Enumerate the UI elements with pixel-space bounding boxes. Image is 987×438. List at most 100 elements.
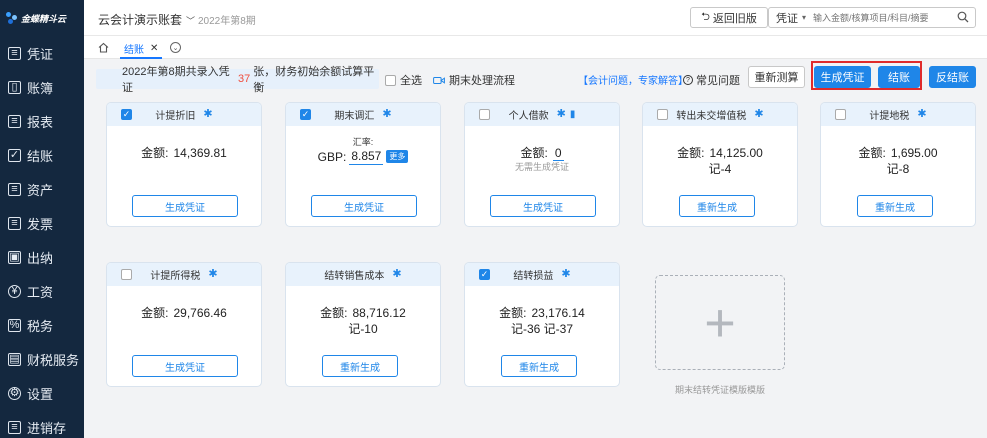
tax-icon: % — [8, 318, 21, 332]
brand-logo[interactable]: 金蝶精斗云 — [0, 0, 84, 36]
sidebar-item-invoice[interactable]: ≡ 发票 — [0, 206, 84, 240]
card-header: ✓ 结转损益 ✱ — [465, 263, 619, 286]
recalculate-button[interactable]: 重新测算 — [748, 66, 805, 88]
voucher-number[interactable]: 记-4 — [643, 161, 797, 177]
sidebar-item-voucher[interactable]: ≡ 凭证 — [0, 36, 84, 70]
gear-icon[interactable]: ✱ — [203, 109, 212, 120]
back-to-old-version-button[interactable]: ⮌ 返回旧版 — [690, 7, 768, 28]
regenerate-button[interactable]: 重新生成 — [857, 195, 933, 217]
sidebar-item-label: 税务 — [27, 318, 54, 334]
info-count: 37 — [237, 73, 251, 85]
sidebar-item-report[interactable]: ≡ 报表 — [0, 104, 84, 138]
checkbox[interactable]: ✓ — [479, 269, 490, 280]
checkbox[interactable] — [657, 109, 668, 120]
sidebar-item-closing[interactable]: ✓ 结账 — [0, 138, 84, 172]
regenerate-button[interactable]: 重新生成 — [679, 195, 755, 217]
generate-voucher-button[interactable]: 生成凭证 — [490, 195, 596, 217]
service-icon: ▤ — [8, 352, 21, 366]
sidebar-item-settings[interactable]: ⚙ 设置 — [0, 376, 84, 410]
task-card-profit-loss: ✓ 结转损益 ✱ 金额: 23,176.14 记-36 记-37 重新生成 — [464, 262, 620, 387]
sidebar-item-salary[interactable]: ¥ 工资 — [0, 274, 84, 308]
card-header: ✓ 期末调汇 ✱ — [286, 103, 440, 126]
plus-icon: + — [704, 292, 736, 353]
card-title: 结转损益 — [513, 271, 554, 282]
expert-answer-link[interactable]: 【会计问题，专家解答】 — [578, 72, 688, 87]
select-all-checkbox[interactable]: 全选 — [385, 72, 422, 88]
voucher-number[interactable]: 记-8 — [821, 161, 975, 177]
tab-bar: 结账 ✕ ⌄ — [84, 36, 987, 59]
task-card-personal-loan: 个人借款 ✱ ▮ 金额: 0 无需生成凭证 生成凭证 — [464, 102, 620, 227]
amount-label: 金额: — [858, 146, 886, 160]
search-input[interactable] — [813, 12, 951, 23]
sidebar-item-ledger[interactable]: ▯ 账簿 — [0, 70, 84, 104]
faq-label: 常见问题 — [696, 75, 740, 87]
gear-icon[interactable]: ✱ — [754, 109, 763, 120]
question-icon: ? — [683, 75, 693, 85]
search-type-select[interactable]: 凭证 ▾ — [769, 10, 813, 26]
task-card-depreciation: ✓ 计提折旧 ✱ 金额: 14,369.81 生成凭证 — [106, 102, 262, 227]
report-icon: ≡ — [8, 114, 21, 128]
closing-icon: ✓ — [8, 148, 21, 162]
sidebar-item-label: 进销存 — [27, 420, 67, 436]
rate-value[interactable]: 8.857 — [349, 148, 384, 165]
voucher-number[interactable]: 记-10 — [286, 321, 440, 337]
search-box: 凭证 ▾ — [768, 7, 976, 28]
checkbox[interactable] — [385, 74, 396, 86]
amount-value: 29,766.46 — [173, 306, 227, 320]
account-selector[interactable]: 云会计演示账套 ﹀ — [98, 11, 195, 28]
card-title: 结转销售成本 — [324, 271, 385, 282]
close-icon[interactable]: ✕ — [150, 43, 158, 54]
generate-voucher-button[interactable]: 生成凭证 — [132, 195, 238, 217]
gear-icon[interactable]: ✱ — [557, 109, 566, 120]
generate-voucher-button[interactable]: 生成凭证 — [132, 355, 238, 377]
sidebar-item-inventory[interactable]: ≡ 进销存 — [0, 410, 84, 438]
trash-icon[interactable]: ▮ — [570, 109, 576, 120]
sidebar-item-label: 财税服务 — [27, 352, 80, 368]
gear-icon[interactable]: ✱ — [917, 109, 926, 120]
gear-icon[interactable]: ✱ — [208, 269, 217, 280]
chevron-down-icon: ﹀ — [186, 16, 196, 26]
info-suffix: 张，财务初始余额试算平衡 — [253, 66, 375, 94]
add-template-caption: 期末结转凭证模版模版 — [674, 385, 765, 395]
regenerate-button[interactable]: 重新生成 — [501, 355, 577, 377]
search-icon[interactable] — [957, 11, 969, 23]
inventory-icon: ≡ — [8, 420, 21, 434]
regenerate-button[interactable]: 重新生成 — [322, 355, 398, 377]
sidebar-item-tax[interactable]: % 税务 — [0, 308, 84, 342]
checkbox[interactable] — [835, 109, 846, 120]
voucher-info-banner: 2022年第8期共录入凭证 37 张，财务初始余额试算平衡 — [96, 66, 379, 94]
reverse-close-button[interactable]: 反结账 — [929, 66, 976, 88]
sidebar-item-asset[interactable]: ≡ 资产 — [0, 172, 84, 206]
voucher-number[interactable]: 记-36 记-37 — [465, 321, 619, 337]
generate-voucher-button[interactable]: 生成凭证 — [311, 195, 417, 217]
checkbox[interactable] — [121, 269, 132, 280]
checkbox[interactable] — [479, 109, 490, 120]
card-body: 金额: 0 无需生成凭证 — [465, 126, 619, 174]
voucher-icon: ≡ — [8, 46, 21, 60]
home-icon[interactable] — [98, 42, 109, 53]
sidebar-item-cashier[interactable]: ▣ 出纳 — [0, 240, 84, 274]
account-name: 云会计演示账套 — [98, 13, 183, 27]
gear-icon[interactable]: ✱ — [561, 269, 570, 280]
gear-icon[interactable]: ✱ — [382, 109, 391, 120]
sidebar-item-service[interactable]: ▤ 财税服务 — [0, 342, 84, 376]
more-button[interactable]: 更多 — [386, 150, 409, 163]
period-label: 2022年第8期 — [198, 16, 256, 27]
faq-link[interactable]: ? 常见问题 — [683, 72, 740, 88]
card-body: 金额: 1,695.00 记-8 — [821, 126, 975, 177]
card-header: 结转销售成本 ✱ — [286, 263, 440, 286]
sidebar: 金蝶精斗云 ≡ 凭证 ▯ 账簿 ≡ 报表 ✓ 结账 ≡ 资产 ≡ 发票 ▣ 出纳 ¥ 工资 % 税… — [0, 0, 84, 438]
period-end-flow-link[interactable]: 期末处理流程 — [433, 72, 515, 88]
sidebar-item-label: 出纳 — [27, 250, 54, 266]
tab-closing[interactable]: 结账 ✕ — [120, 40, 163, 59]
checkbox[interactable]: ✓ — [300, 109, 311, 120]
checkbox[interactable]: ✓ — [121, 109, 132, 120]
invoice-icon: ≡ — [8, 216, 21, 230]
gear-icon[interactable]: ✱ — [392, 269, 401, 280]
amount-label: 金额: — [520, 146, 548, 160]
back-to-old-version-label: 返回旧版 — [712, 12, 757, 25]
sidebar-item-label: 工资 — [27, 284, 54, 300]
add-template-tile[interactable]: + — [655, 275, 785, 370]
amount-value[interactable]: 0 — [552, 146, 564, 161]
tab-more-icon[interactable]: ⌄ — [170, 42, 181, 53]
